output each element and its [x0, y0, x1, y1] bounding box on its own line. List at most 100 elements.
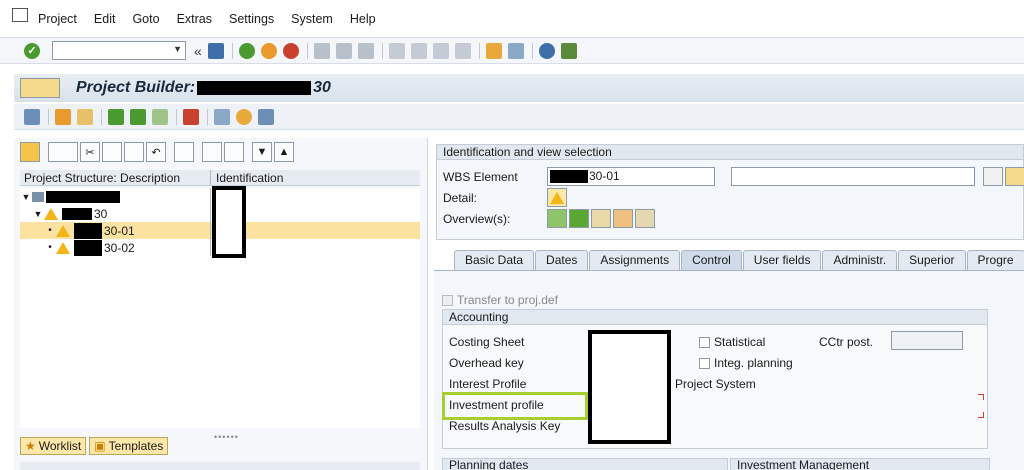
integ-planning-label: Integ. planning [714, 356, 793, 370]
new-session-icon[interactable] [485, 42, 502, 59]
save-icon[interactable] [207, 42, 224, 59]
network-icon[interactable] [152, 108, 168, 125]
hierarchy-icon[interactable] [108, 108, 124, 125]
expand-icon[interactable]: ▼ [252, 142, 272, 162]
command-field[interactable]: ▼ [52, 41, 186, 60]
shortcut-icon[interactable] [507, 42, 524, 59]
menu-project[interactable]: Project [38, 12, 77, 26]
wbs-description-field[interactable] [731, 167, 975, 186]
chevron-down-icon[interactable]: ▼ [173, 44, 182, 54]
project-definition-icon [32, 191, 44, 202]
last-page-icon[interactable] [454, 42, 471, 59]
templates-button[interactable]: ▣ Templates [89, 437, 169, 455]
previous-object-icon[interactable] [55, 108, 71, 125]
find-next-icon[interactable] [357, 42, 374, 59]
tree-toolbar: ✂ ↶ ▼ ▲ [14, 138, 427, 166]
expand-arrow-icon[interactable]: ▼ [32, 209, 44, 219]
page-title: Project Builder: 30 [76, 79, 331, 97]
detail-status-button[interactable] [547, 188, 567, 207]
paste-icon[interactable] [124, 142, 144, 162]
create-icon[interactable] [48, 142, 78, 162]
menu-system[interactable]: System [291, 12, 333, 26]
previous-page-icon[interactable] [410, 42, 427, 59]
collapse-icon[interactable]: « [194, 43, 202, 59]
cctr-post-field[interactable] [891, 331, 963, 350]
integ-planning-checkbox[interactable] [699, 357, 710, 369]
column-header-identification[interactable]: Identification [211, 170, 420, 185]
templates-list-header [20, 462, 420, 470]
tab-progress[interactable]: Progre [966, 250, 1024, 270]
tab-basic-data[interactable]: Basic Data [454, 250, 535, 270]
page-title-prefix: Project Builder: [76, 79, 196, 96]
info-icon[interactable] [258, 108, 274, 125]
interest-profile-label: Interest Profile [449, 377, 527, 391]
binoculars-next-icon[interactable] [224, 142, 244, 162]
tab-control[interactable]: Control [681, 250, 742, 270]
cancel-icon[interactable] [282, 42, 299, 59]
identification-group-title: Identification and view selection [437, 145, 1023, 160]
next-object-icon[interactable] [77, 108, 93, 125]
column-header-description[interactable]: Project Structure: Description [20, 170, 211, 185]
worklist-button[interactable]: ★ Worklist [20, 437, 87, 455]
cut-icon[interactable]: ✂ [80, 142, 100, 162]
statistical-checkbox[interactable] [699, 336, 710, 348]
structure-icon[interactable] [130, 108, 146, 125]
menu-goto[interactable]: Goto [132, 12, 159, 26]
delete-icon[interactable] [174, 142, 194, 162]
display-change-icon[interactable] [24, 108, 40, 125]
overview-milestones-icon[interactable] [591, 209, 611, 228]
accounting-group: Accounting Costing Sheet Overhead key In… [442, 309, 988, 449]
overview-wbs-icon[interactable] [547, 209, 567, 228]
copy-icon[interactable] [102, 142, 122, 162]
find-icon[interactable] [335, 42, 352, 59]
settings-icon[interactable] [236, 108, 252, 125]
edit-note-icon[interactable] [214, 108, 230, 125]
identification-group: Identification and view selection WBS El… [436, 144, 1024, 240]
tab-assignments[interactable]: Assignments [589, 250, 681, 270]
wbs-element-label: WBS Element [443, 169, 518, 184]
next-page-icon[interactable] [432, 42, 449, 59]
tab-superior[interactable]: Superior [898, 250, 966, 270]
menu-settings[interactable]: Settings [229, 12, 274, 26]
tab-dates[interactable]: Dates [535, 250, 589, 270]
overview-documents-icon[interactable] [613, 209, 633, 228]
left-bottom-buttons: ★ Worklist ▣ Templates [20, 437, 171, 455]
page-title-suffix: 30 [313, 79, 331, 96]
menu-extras[interactable]: Extras [177, 12, 212, 26]
transfer-to-projdef-checkbox[interactable] [442, 294, 453, 306]
project-builder-menu-icon[interactable] [20, 78, 60, 98]
menu-edit[interactable]: Edit [94, 12, 116, 26]
app-menu-icon[interactable] [12, 7, 28, 22]
binoculars-icon[interactable] [202, 142, 222, 162]
overview-components-icon[interactable] [635, 209, 655, 228]
expand-arrow-icon[interactable]: ▼ [20, 192, 32, 202]
tab-user-fields[interactable]: User fields [742, 250, 822, 270]
attachment-icon[interactable] [1005, 167, 1024, 186]
exit-icon[interactable] [260, 42, 277, 59]
first-page-icon[interactable] [388, 42, 405, 59]
wbs-element-value: 30-01 [589, 169, 620, 183]
redacted-block [212, 186, 246, 258]
tree-desc: ▼ 30 [20, 205, 211, 222]
help-icon[interactable] [538, 42, 555, 59]
integ-planning-row: Integ. planning [699, 356, 793, 370]
results-analysis-key-label: Results Analysis Key [449, 419, 561, 433]
table-icon[interactable] [183, 108, 199, 125]
wbs-element-field[interactable]: 30-01 [547, 167, 715, 186]
customize-layout-icon[interactable] [560, 42, 577, 59]
separator [381, 42, 383, 59]
warning-triangle-icon [56, 241, 70, 254]
back-icon[interactable] [238, 42, 255, 59]
undo-icon[interactable]: ↶ [146, 142, 166, 162]
redacted-block [74, 239, 102, 256]
open-folder-icon[interactable] [20, 142, 40, 162]
enter-check-icon[interactable]: ✓ [24, 42, 40, 59]
menu-bar: Project Edit Goto Extras Settings System… [0, 0, 1024, 38]
overview-activities-icon[interactable] [569, 209, 589, 228]
collapse-all-icon[interactable]: ▲ [274, 142, 294, 162]
print-icon[interactable] [313, 42, 330, 59]
tab-administr[interactable]: Administr. [822, 250, 898, 270]
edit-long-text-icon[interactable] [983, 167, 1003, 186]
splitter-handle[interactable]: •••••• [214, 432, 239, 442]
menu-help[interactable]: Help [350, 12, 376, 26]
